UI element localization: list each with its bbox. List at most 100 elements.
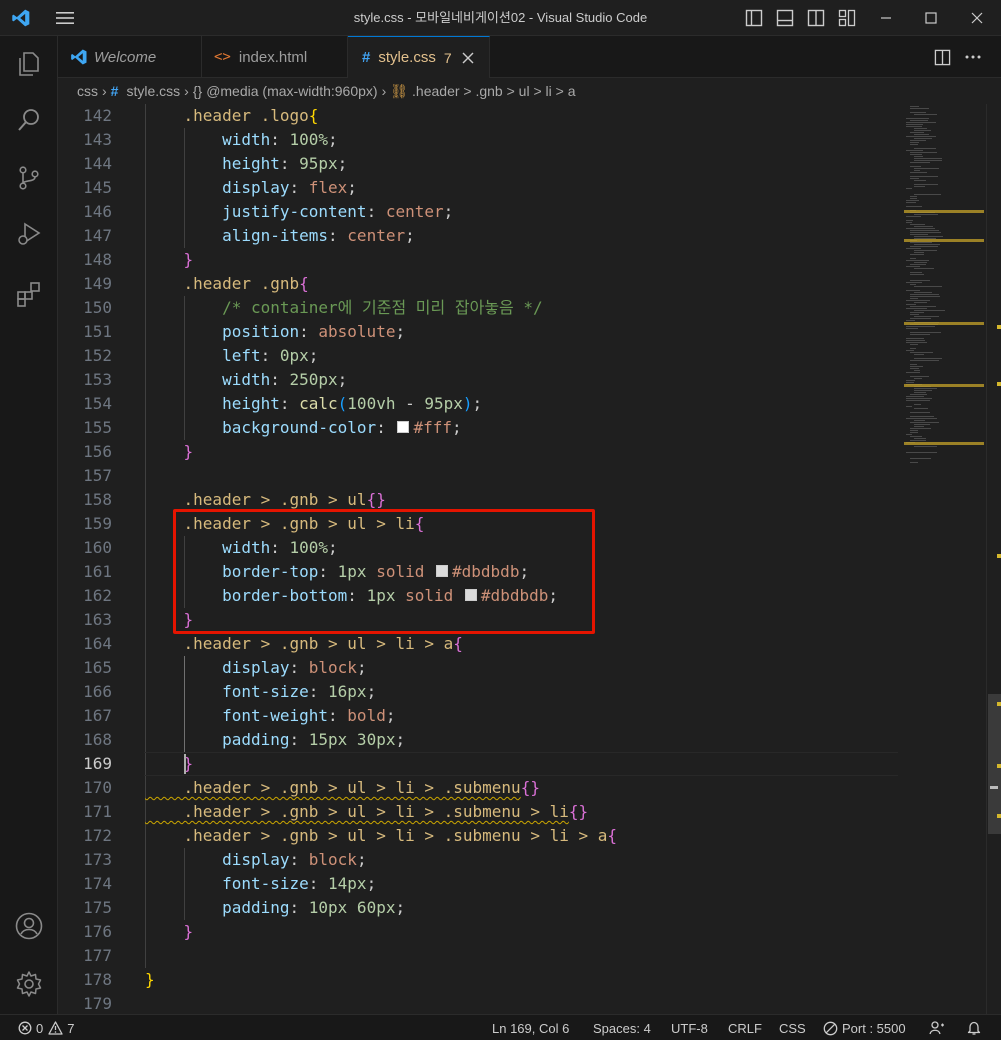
indentation-status[interactable]: Spaces: 4 [593,1015,651,1040]
code-line[interactable]: 172 .header > .gnb > ul > li > .submenu … [58,824,898,848]
code-line[interactable]: 160 width: 100%; [58,536,898,560]
code-token: ; [337,370,348,389]
code-line[interactable]: 156 } [58,440,898,464]
tab-index-html[interactable]: <> index.html [202,36,348,78]
line-number: 144 [83,154,112,173]
code-line[interactable]: 179 [58,992,898,1014]
feedback-icon[interactable] [929,1015,945,1040]
minimize-icon[interactable] [864,0,908,36]
breadcrumb-rule[interactable]: .header > .gnb > ul > li > a [412,83,575,99]
code-line[interactable]: 155 background-color: #fff; [58,416,898,440]
minimap-line [910,394,927,395]
color-swatch[interactable] [436,564,449,577]
code-line[interactable]: 177 [58,944,898,968]
code-line[interactable]: 176 } [58,920,898,944]
minimap-line [914,302,927,303]
code-token: .header > .gnb > ul > li > a [145,634,454,653]
code-line[interactable]: 173 display: block; [58,848,898,872]
accounts-icon[interactable] [0,902,58,950]
code-token: : [366,202,386,221]
code-line[interactable]: 143 width: 100%; [58,128,898,152]
code-line[interactable]: 150 /* container에 기준점 미리 잡아놓음 */ [58,296,898,320]
status-bar: 0 7 Ln 169, Col 6 Spaces: 4 UTF-8 CRLF C… [0,1014,1001,1040]
language-mode[interactable]: CSS [779,1015,806,1040]
close-window-icon[interactable] [955,0,999,36]
minimap-warning-highlight [904,442,984,445]
toggle-panel-icon[interactable] [774,0,796,36]
manage-gear-icon[interactable] [0,960,58,1008]
explorer-icon[interactable] [0,40,58,88]
breadcrumb-media[interactable]: @media (max-width:960px) [206,83,377,99]
minimap-line [906,304,916,305]
code-line[interactable]: 164 .header > .gnb > ul > li > a{ [58,632,898,656]
toggle-secondary-sidebar-icon[interactable] [805,0,827,36]
tab-welcome[interactable]: Welcome [58,36,202,78]
live-server-port[interactable]: Port : 5500 [823,1015,906,1040]
code-token: #fff [413,418,452,437]
customize-layout-icon[interactable] [836,0,858,36]
code-line[interactable]: 168 padding: 15px 30px; [58,728,898,752]
minimap-line [914,390,932,391]
code-line[interactable]: 147 align-items: center; [58,224,898,248]
minimap-line [910,462,918,463]
line-number: 155 [83,418,112,437]
code-line[interactable]: 162 border-bottom: 1px solid #dbdbdb; [58,584,898,608]
breadcrumb-folder[interactable]: css [77,83,98,99]
color-swatch[interactable] [464,588,477,601]
chevron-right-icon: › [184,83,189,99]
code-editor[interactable]: 142 .header .logo{143 width: 100%; 144 he… [58,104,898,1014]
tab-style-css[interactable]: # style.css 7 [348,36,490,78]
code-line[interactable]: 159 .header > .gnb > ul > li{ [58,512,898,536]
code-line[interactable]: 174 font-size: 14px; [58,872,898,896]
notifications-bell-icon[interactable] [966,1015,982,1040]
code-line[interactable]: 163 } [58,608,898,632]
code-token: solid [376,562,425,581]
line-number: 159 [83,514,112,533]
minimap-line [906,266,920,267]
code-line[interactable]: 167 font-weight: bold; [58,704,898,728]
eol-status[interactable]: CRLF [728,1015,762,1040]
maximize-icon[interactable] [909,0,953,36]
search-icon[interactable] [0,96,58,144]
close-tab-icon[interactable] [462,52,474,64]
code-line[interactable]: 161 border-top: 1px solid #dbdbdb; [58,560,898,584]
code-line[interactable]: 144 height: 95px; [58,152,898,176]
encoding-status[interactable]: UTF-8 [671,1015,708,1040]
code-line[interactable]: 178} [58,968,898,992]
minimap-line [906,418,937,419]
code-line[interactable]: 175 padding: 10px 60px; [58,896,898,920]
toggle-primary-sidebar-icon[interactable] [743,0,765,36]
minimap-line [910,440,926,441]
code-line[interactable]: 149 .header .gnb{ [58,272,898,296]
breadcrumb-file[interactable]: style.css [126,83,180,99]
code-line[interactable]: 146 justify-content: center; [58,200,898,224]
run-debug-icon[interactable] [0,210,58,258]
code-line[interactable]: 170 .header > .gnb > ul > li > .submenu{… [58,776,898,800]
problems-indicator[interactable]: 0 7 [18,1015,74,1040]
title-bar: style.css - 모바일네비게이션02 - Visual Studio C… [0,0,1001,36]
code-line[interactable]: 148 } [58,248,898,272]
vertical-scrollbar[interactable] [986,104,1001,1014]
source-control-icon[interactable] [0,154,58,202]
minimap-line [914,114,937,115]
minimap-line [906,200,919,201]
split-editor-icon[interactable] [930,36,954,78]
code-line[interactable]: 166 font-size: 16px; [58,680,898,704]
code-line[interactable]: 151 position: absolute; [58,320,898,344]
code-line[interactable]: 145 display: flex; [58,176,898,200]
code-line[interactable]: 152 left: 0px; [58,344,898,368]
cursor-position[interactable]: Ln 169, Col 6 [492,1015,569,1040]
more-actions-icon[interactable] [961,36,985,78]
code-line[interactable]: 157 [58,464,898,488]
minimap[interactable] [898,104,986,1014]
color-swatch[interactable] [397,420,410,433]
extensions-icon[interactable] [0,270,58,318]
code-line[interactable]: 158 .header > .gnb > ul{} [58,488,898,512]
code-line[interactable]: 153 width: 250px; [58,368,898,392]
code-line[interactable]: 171 .header > .gnb > ul > li > .submenu … [58,800,898,824]
minimap-line [914,186,925,187]
code-line[interactable]: 154 height: calc(100vh - 95px); [58,392,898,416]
code-line[interactable]: 142 .header .logo{ [58,104,898,128]
code-line[interactable]: 165 display: block; [58,656,898,680]
